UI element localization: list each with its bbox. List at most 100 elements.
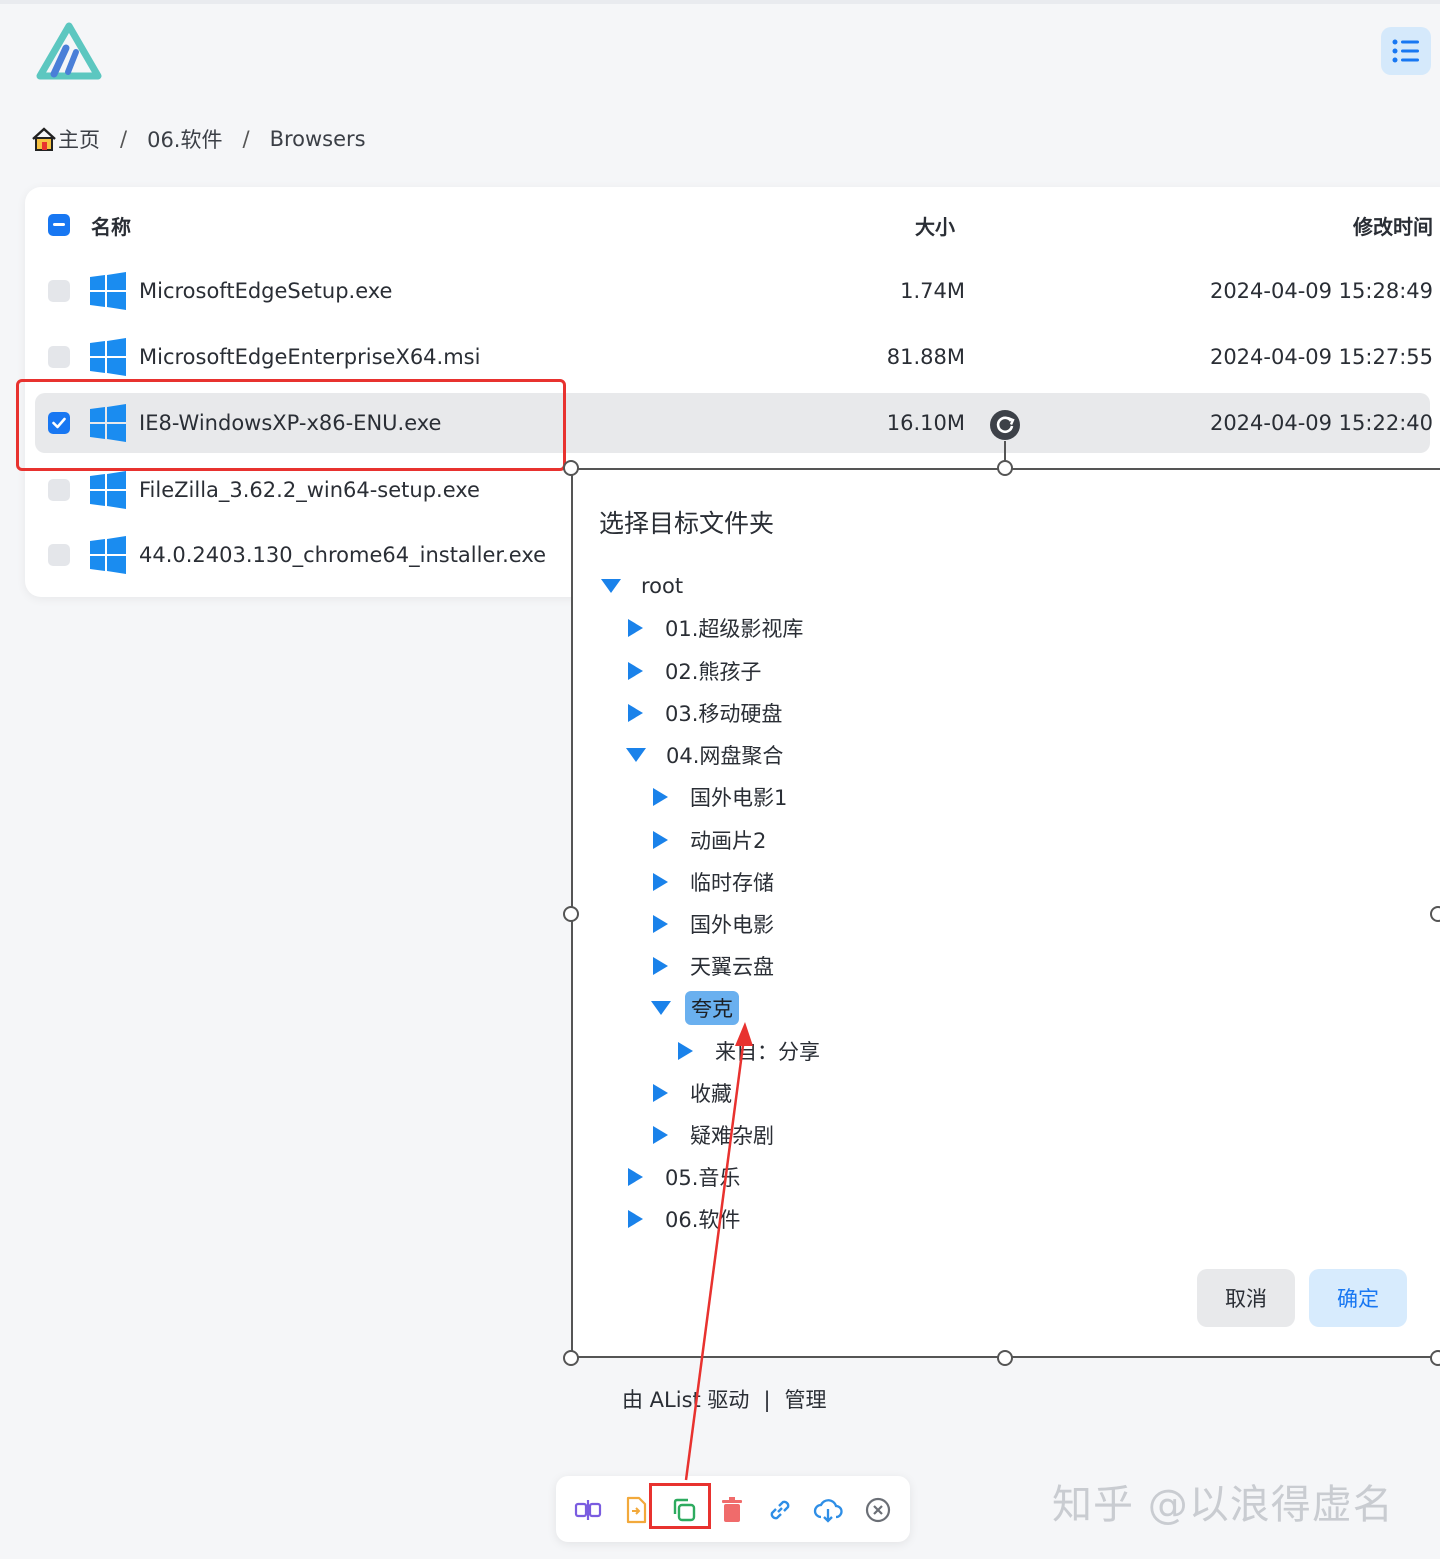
file-name[interactable]: 44.0.2403.130_chrome64_installer.exe [139, 543, 546, 567]
table-row[interactable]: MicrosoftEdgeEnterpriseX64.msi 81.88M 20… [25, 327, 1440, 387]
breadcrumb: 主页 / 06.软件 / Browsers [30, 122, 366, 156]
delete-icon[interactable] [717, 1495, 747, 1525]
resize-handle[interactable] [997, 460, 1013, 476]
collapsed-arrow-icon[interactable] [653, 1126, 668, 1144]
tree-node[interactable]: 疑难杂剧 [653, 1117, 774, 1153]
windows-file-icon [90, 536, 126, 574]
collapsed-arrow-icon[interactable] [628, 662, 643, 680]
download-icon[interactable] [813, 1495, 843, 1525]
list-icon [1392, 39, 1419, 63]
tree-node-label[interactable]: 国外电影1 [690, 782, 787, 812]
tree-node-root[interactable]: root [601, 568, 683, 604]
file-name[interactable]: MicrosoftEdgeSetup.exe [139, 279, 392, 303]
tree-node[interactable]: 临时存储 [653, 864, 774, 900]
collapsed-arrow-icon[interactable] [653, 831, 668, 849]
tree-node-label[interactable]: 来自：分享 [715, 1036, 820, 1066]
tree-node[interactable]: 国外电影 [653, 906, 774, 942]
tree-node-label[interactable]: root [641, 574, 683, 598]
file-modified: 2024-04-09 15:27:55 [1209, 345, 1433, 369]
tree-node-label[interactable]: 02.熊孩子 [665, 656, 761, 686]
tree-node-label[interactable]: 夸克 [685, 991, 739, 1025]
select-all-checkbox[interactable] [48, 214, 70, 236]
collapsed-arrow-icon[interactable] [628, 619, 643, 637]
breadcrumb-home[interactable]: 主页 [30, 124, 100, 154]
move-icon[interactable] [621, 1495, 651, 1525]
resize-handle[interactable] [563, 906, 579, 922]
tree-node-label[interactable]: 04.网盘聚合 [666, 740, 783, 770]
close-icon[interactable] [863, 1495, 893, 1525]
row-checkbox[interactable] [48, 346, 70, 368]
footer-divider: | [763, 1388, 771, 1412]
tree-node-label[interactable]: 06.软件 [665, 1204, 740, 1234]
file-size: 81.88M [886, 345, 965, 369]
footer: 由 AList 驱动 | 管理 [622, 1384, 827, 1414]
collapsed-arrow-icon[interactable] [653, 957, 668, 975]
resize-handle[interactable] [563, 460, 579, 476]
expanded-arrow-icon[interactable] [601, 579, 621, 593]
file-name[interactable]: MicrosoftEdgeEnterpriseX64.msi [139, 345, 480, 369]
rename-icon[interactable] [573, 1495, 603, 1525]
tree-node[interactable]: 动画片2 [653, 822, 766, 858]
collapsed-arrow-icon[interactable] [653, 915, 668, 933]
tree-node-label[interactable]: 临时存储 [690, 867, 774, 897]
tree-node-label[interactable]: 05.音乐 [665, 1162, 740, 1192]
file-modified: 2024-04-09 15:22:40 [1209, 411, 1433, 435]
top-border [0, 0, 1440, 4]
table-row[interactable]: MicrosoftEdgeSetup.exe 1.74M 2024-04-09 … [25, 261, 1440, 321]
file-name[interactable]: FileZilla_3.62.2_win64-setup.exe [139, 478, 480, 502]
collapsed-arrow-icon[interactable] [628, 1168, 643, 1186]
tree-node[interactable]: 03.移动硬盘 [628, 695, 782, 731]
column-modified[interactable]: 修改时间 [1353, 211, 1433, 240]
tree-node-label[interactable]: 01.超级影视库 [665, 613, 803, 643]
powered-by[interactable]: 由 AList 驱动 [622, 1388, 749, 1412]
tree-node[interactable]: 收藏 [653, 1075, 732, 1111]
tree-node[interactable]: 国外电影1 [653, 779, 787, 815]
collapsed-arrow-icon[interactable] [653, 1084, 668, 1102]
list-view-button[interactable] [1381, 27, 1431, 75]
tree-node[interactable]: 来自：分享 [678, 1033, 820, 1069]
row-checkbox[interactable] [48, 280, 70, 302]
row-checkbox[interactable] [48, 544, 70, 566]
tree-node[interactable]: 06.软件 [628, 1201, 740, 1237]
cancel-button[interactable]: 取消 [1197, 1269, 1295, 1327]
column-size[interactable]: 大小 [915, 211, 955, 240]
resize-handle[interactable] [997, 1350, 1013, 1366]
tree-node-label[interactable]: 03.移动硬盘 [665, 698, 782, 728]
resize-handle[interactable] [1430, 1350, 1440, 1366]
tree-node-label[interactable]: 疑难杂剧 [690, 1120, 774, 1150]
manage-link[interactable]: 管理 [785, 1388, 827, 1412]
tree-node[interactable]: 05.音乐 [628, 1159, 740, 1195]
collapsed-arrow-icon[interactable] [653, 788, 668, 806]
collapsed-arrow-icon[interactable] [678, 1042, 693, 1060]
link-icon[interactable] [765, 1495, 795, 1525]
file-list-header: 名称 大小 修改时间 [25, 195, 1440, 255]
tree-node-label[interactable]: 收藏 [690, 1078, 732, 1108]
column-name[interactable]: 名称 [91, 211, 131, 240]
breadcrumb-item-software[interactable]: 06.软件 [147, 124, 222, 154]
resize-handle[interactable] [563, 1350, 579, 1366]
breadcrumb-separator: / [242, 127, 250, 151]
tree-node[interactable]: 04.网盘聚合 [626, 737, 783, 773]
tree-node[interactable]: 天翼云盘 [653, 948, 774, 984]
expanded-arrow-icon[interactable] [626, 748, 646, 762]
collapsed-arrow-icon[interactable] [628, 1210, 643, 1228]
tree-node[interactable]: 01.超级影视库 [628, 610, 803, 646]
tree-node-selected[interactable]: 夸克 [651, 990, 739, 1026]
tree-node-label[interactable]: 天翼云盘 [690, 951, 774, 981]
resize-handle[interactable] [1430, 906, 1440, 922]
alist-logo [36, 22, 102, 80]
highlight-copy-button [649, 1483, 711, 1529]
action-toolbar [556, 1476, 910, 1542]
highlight-selected-file [16, 379, 566, 471]
tree-node-label[interactable]: 动画片2 [690, 825, 766, 855]
expanded-arrow-icon[interactable] [651, 1001, 671, 1015]
breadcrumb-item-browsers[interactable]: Browsers [270, 127, 366, 151]
tree-node[interactable]: 02.熊孩子 [628, 653, 761, 689]
confirm-button[interactable]: 确定 [1309, 1269, 1407, 1327]
collapsed-arrow-icon[interactable] [628, 704, 643, 722]
dialog-title: 选择目标文件夹 [599, 509, 775, 538]
collapsed-arrow-icon[interactable] [653, 873, 668, 891]
home-icon [32, 127, 56, 151]
row-checkbox[interactable] [48, 479, 70, 501]
tree-node-label[interactable]: 国外电影 [690, 909, 774, 939]
